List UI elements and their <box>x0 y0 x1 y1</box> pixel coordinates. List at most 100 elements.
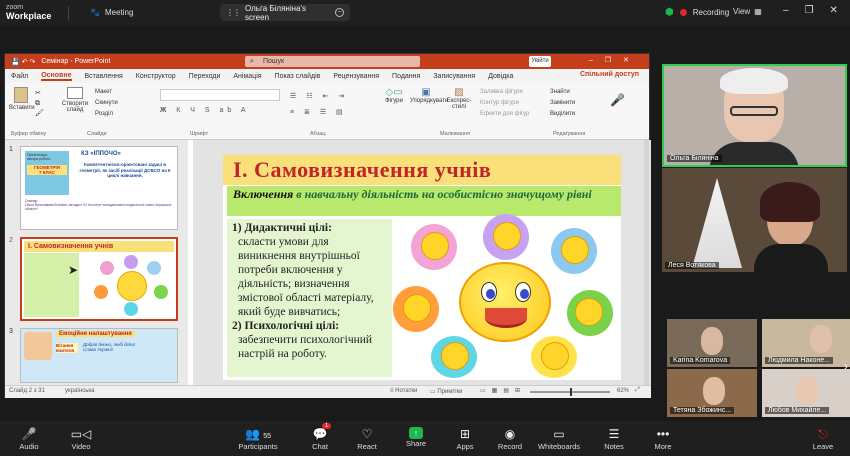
notes-button[interactable]: ≡ Нотатки <box>390 388 417 394</box>
group-slides: Слайди <box>87 131 107 137</box>
apps-button[interactable]: ⊞ Apps <box>440 427 490 451</box>
shape-outline-button[interactable]: Контур фігури <box>480 98 529 109</box>
chat-button[interactable]: 💬 1 Chat <box>295 423 345 451</box>
record-icon: ◉ <box>504 427 516 441</box>
slide-thumbnail-1[interactable]: Презентація автора роботи ГЕОМЕТРІЯ 7 КЛ… <box>20 146 178 230</box>
shapes-button[interactable]: ◇▭ Фігури <box>381 87 407 104</box>
font-controls[interactable] <box>160 89 280 101</box>
find-button[interactable]: Знайти <box>550 87 575 98</box>
tab-slideshow[interactable]: Показ слайдів <box>275 73 321 80</box>
video-tile-participant-5[interactable]: Тетяна Збожинс... <box>667 369 757 417</box>
microphone-muted-icon: 🎤 <box>21 427 37 441</box>
video-tile-participant-3[interactable]: Karina Komarova <box>667 319 757 367</box>
slide-scrollbar[interactable] <box>644 140 649 385</box>
share-button[interactable]: ↑ Share <box>391 427 441 448</box>
participant-name: Людмила Наконе... <box>765 357 833 364</box>
small-smiley-6 <box>441 342 469 370</box>
tab-view[interactable]: Подання <box>392 73 420 80</box>
replace-button[interactable]: Замінити <box>550 98 575 109</box>
ppt-menu-tabs: Файл Основне Вставлення Конструктор Пере… <box>5 69 649 83</box>
group-drawing: Малювання <box>440 131 471 137</box>
thumb1-left-label: Презентація автора роботи <box>27 153 51 161</box>
video-button[interactable]: ▭◁ Video <box>56 427 106 451</box>
participant-name: Тетяна Збожинс... <box>670 407 735 414</box>
tab-animations[interactable]: Анімація <box>233 73 261 80</box>
shape-effects-button[interactable]: Ефекти для фігур <box>480 109 529 120</box>
arrange-button[interactable]: ▣ Упорядкувати <box>410 87 448 104</box>
new-slide-button[interactable]: Створити слайд <box>60 87 90 113</box>
shapes-icon: ◇▭ <box>385 87 403 98</box>
video-tile-participant-4[interactable]: Людмила Наконе... <box>762 319 850 367</box>
notes-button[interactable]: ☰ Notes <box>589 427 639 451</box>
ppt-login-button[interactable]: Увійти <box>529 56 551 67</box>
tab-review[interactable]: Рецензування <box>333 73 379 80</box>
fit-slide-icon[interactable]: ⤢ <box>635 387 640 394</box>
zoom-slider[interactable] <box>530 388 610 396</box>
participant-hair <box>760 182 820 222</box>
center-smiley-face <box>459 262 551 342</box>
video-tile-participant-2[interactable]: Леся Вотякова <box>662 168 847 272</box>
tab-record[interactable]: Записування <box>433 73 475 80</box>
tab-transitions[interactable]: Переходи <box>189 73 221 80</box>
react-button[interactable]: ♡ React <box>342 427 392 451</box>
video-tile-presenter[interactable]: Ольга Біляніна <box>662 64 847 167</box>
thumb3-sub: Вітання вчителя <box>56 343 78 353</box>
participant-name: Karina Komarova <box>670 357 731 364</box>
recording-indicator[interactable]: ⬢ Recording <box>665 7 729 18</box>
thumb3-title: Емоційне налаштування <box>56 331 135 337</box>
mouth <box>485 308 527 328</box>
layout-button[interactable]: Макет <box>95 87 118 98</box>
participant-face <box>810 325 832 353</box>
participant-body <box>754 244 828 272</box>
participant-name: Ольга Біляніна <box>667 155 722 162</box>
shape-fill-button[interactable]: Заливка фігури <box>480 87 529 98</box>
share-access-button[interactable]: Спільний доступ <box>580 71 639 78</box>
audio-button[interactable]: 🎤 Audio <box>4 427 54 451</box>
ppt-search-input[interactable]: ⌕ Пошук <box>245 56 420 67</box>
menu-circle-icon[interactable]: – <box>335 8 344 17</box>
ppt-window-controls: –❐✕ <box>588 57 641 64</box>
clipboard-icon <box>14 87 28 103</box>
record-button[interactable]: ◉ Record <box>485 427 535 451</box>
zoom-percent: 62% <box>617 388 630 394</box>
didactic-goals-heading: 1) Дидактичні цілі: <box>232 222 332 234</box>
whiteboards-button[interactable]: ▭ Whiteboards <box>534 427 584 451</box>
microphone-icon[interactable]: 🎤 <box>610 93 625 107</box>
tab-help[interactable]: Довідка <box>488 73 513 80</box>
current-slide[interactable]: І. Самовизначення учнів Включення в навч… <box>223 155 621 380</box>
tab-file[interactable]: Файл <box>11 73 28 80</box>
video-tile-participant-6[interactable]: Любов Михайле... <box>762 369 850 417</box>
leave-button[interactable]: ⎋ Leave <box>798 427 848 451</box>
small-smiley-4 <box>403 294 431 322</box>
comments-button[interactable]: ▭ Примітки <box>430 388 463 395</box>
slide-thumbnail-2-selected[interactable]: І. Самовизначення учнів ➤ <box>20 237 178 321</box>
clipboard-small-icons[interactable]: ✂ ⧉ 🖌 <box>35 89 44 119</box>
eye-left <box>481 282 497 302</box>
restore-icon[interactable]: ❐ <box>805 5 814 16</box>
section-button[interactable]: Розділ <box>95 109 118 120</box>
arrange-icon: ▣ <box>421 87 431 98</box>
presenter-glasses <box>730 106 778 116</box>
editing-options: Знайти Замінити Виділити <box>550 87 575 120</box>
slide-thumbnail-3[interactable]: Емоційне налаштування Вітання вчителя До… <box>20 328 178 383</box>
people-icon: 👥 55 <box>244 427 272 441</box>
paste-button[interactable]: Вставити <box>9 87 35 111</box>
quick-styles-button[interactable]: ▨ Експрес-стилі <box>445 87 473 110</box>
select-button[interactable]: Виділити <box>550 109 575 120</box>
participants-button[interactable]: 👥 55 Participants <box>233 427 283 451</box>
tab-design[interactable]: Конструктор <box>136 73 176 80</box>
font-format-row[interactable]: Ж К Ч S ab A <box>160 107 250 114</box>
more-button[interactable]: ••• More <box>638 427 688 451</box>
tab-home[interactable]: Основне <box>41 72 72 81</box>
minimize-icon[interactable]: – <box>783 5 789 16</box>
gallery-next-icon[interactable]: › <box>844 359 848 373</box>
screen-share-indicator[interactable]: ⋮⋮ Ольга Біляніна's screen – <box>220 4 350 22</box>
close-icon[interactable]: ✕ <box>830 5 838 16</box>
small-smiley-2 <box>493 222 521 250</box>
view-button[interactable]: View ▦ <box>733 7 762 16</box>
reset-button[interactable]: Скинути <box>95 98 118 109</box>
paragraph-controls[interactable]: ☰ ☷ ⇤ ⇥ ≡ ≣ ☰ ▤ <box>290 89 348 121</box>
chat-badge: 1 <box>322 423 332 429</box>
tab-insert[interactable]: Вставлення <box>85 73 123 80</box>
view-buttons[interactable]: ▭▦▤⊞ <box>480 387 526 394</box>
